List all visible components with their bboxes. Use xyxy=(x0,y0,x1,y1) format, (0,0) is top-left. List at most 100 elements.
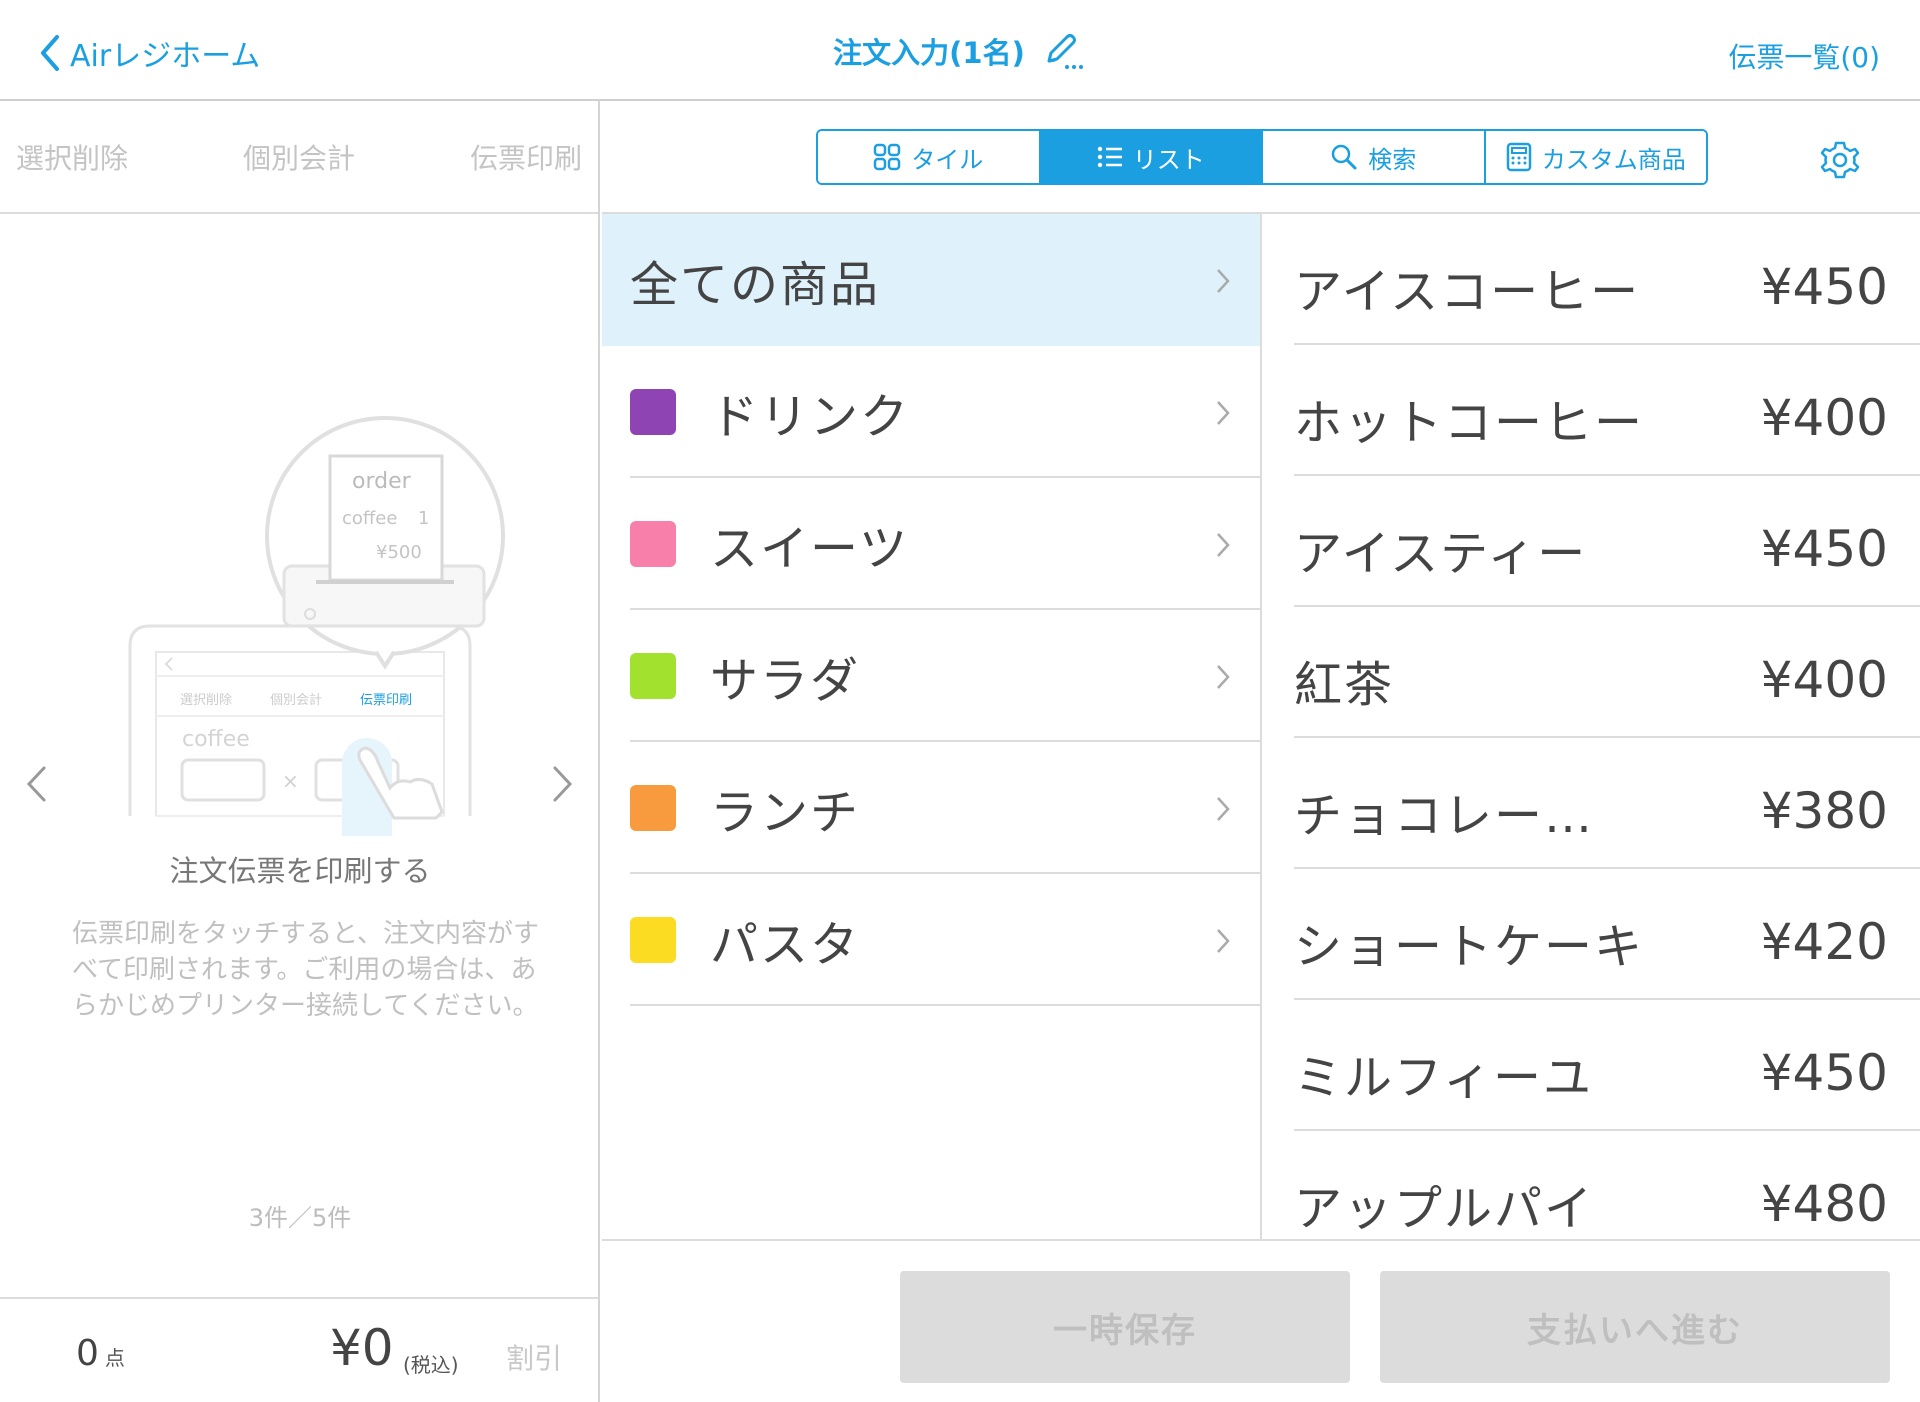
product-item[interactable]: アイスティー ¥450 xyxy=(1294,476,1920,607)
product-name: ショートケーキ xyxy=(1294,919,1645,975)
illus-row1: coffee xyxy=(182,727,250,752)
chevron-right-icon xyxy=(1217,401,1230,425)
category-color-swatch xyxy=(630,917,676,963)
illus-receipt-title: order xyxy=(352,469,412,494)
tab-custom-product[interactable]: カスタム商品 xyxy=(1485,131,1706,183)
product-name: アップルパイ xyxy=(1294,1181,1595,1237)
carousel-next-icon[interactable] xyxy=(551,764,575,804)
item-count-value: 0 xyxy=(76,1333,99,1374)
view-mode-segmented: タイル リスト 検索 カスタム商品 xyxy=(816,129,1708,185)
product-price: ¥450 xyxy=(1760,1044,1888,1102)
category-item[interactable]: ドリンク xyxy=(602,346,1260,478)
order-toolbar: 選択削除 個別会計 伝票印刷 xyxy=(0,101,598,214)
product-price: ¥380 xyxy=(1760,782,1888,840)
product-item[interactable]: ショートケーキ ¥420 xyxy=(1294,869,1920,1000)
category-color-swatch xyxy=(630,389,676,435)
order-total: ¥0 xyxy=(330,1319,394,1377)
split-payment-button[interactable]: 個別会計 xyxy=(243,137,355,177)
search-icon xyxy=(1332,144,1357,170)
illus-times1: × xyxy=(282,769,299,793)
category-item[interactable]: サラダ xyxy=(602,610,1260,742)
illus-receipt-item: coffee xyxy=(342,508,397,529)
product-item[interactable]: ホットコーヒー ¥400 xyxy=(1294,345,1920,476)
category-label: スイーツ xyxy=(710,521,910,577)
slip-list-link[interactable]: 伝票一覧(0) xyxy=(1728,36,1880,76)
product-price: ¥450 xyxy=(1760,258,1888,316)
tutorial-carousel: 選択削除 個別会計 伝票印刷 coffee × order coffee 1 ¥… xyxy=(0,216,600,1232)
illus-receipt-qty: 1 xyxy=(418,508,429,529)
tutorial-page-indicator: 3件／5件 xyxy=(248,1204,352,1232)
chevron-right-icon xyxy=(1217,929,1230,953)
category-item[interactable]: ランチ xyxy=(602,742,1260,874)
product-item[interactable]: チョコレー… ¥380 xyxy=(1294,738,1920,869)
category-item[interactable]: スイーツ xyxy=(602,478,1260,610)
edit-pen-icon[interactable] xyxy=(1041,31,1087,71)
product-price: ¥400 xyxy=(1760,651,1888,709)
tab-list-label: リスト xyxy=(1132,145,1205,174)
order-panel: 選択削除 個別会計 伝票印刷 選択削除 個別会計 伝票印刷 coffee × o… xyxy=(0,101,600,1402)
product-name: 紅茶 xyxy=(1294,657,1395,713)
item-count: 0点 xyxy=(76,1333,125,1374)
view-toolbar: タイル リスト 検索 カスタム商品 xyxy=(602,101,1920,214)
product-name: ホットコーヒー xyxy=(1294,395,1645,451)
category-color-swatch xyxy=(630,653,676,699)
category-label: ドリンク xyxy=(710,389,911,445)
product-name: ミルフィーユ xyxy=(1294,1050,1594,1106)
category-all-label: 全ての商品 xyxy=(630,257,881,313)
grid-icon xyxy=(874,143,901,171)
category-color-swatch xyxy=(630,521,676,567)
tab-search-label: 検索 xyxy=(1368,145,1417,174)
tutorial-description: 伝票印刷をタッチすると、注文内容がすべて印刷されます。ご利用の場合は、あらかじめ… xyxy=(72,919,539,1021)
chevron-right-icon xyxy=(1217,797,1230,821)
tutorial-illustration: 選択削除 個別会計 伝票印刷 coffee × order coffee 1 ¥… xyxy=(128,416,505,836)
product-price: ¥450 xyxy=(1760,520,1888,578)
chevron-right-icon xyxy=(1217,665,1230,689)
category-color-swatch xyxy=(630,785,676,831)
tab-custom-product-label: カスタム商品 xyxy=(1541,145,1686,174)
app-header: Airレジホーム 注文入力(1名) 伝票一覧(0) xyxy=(0,0,1920,101)
print-slip-button[interactable]: 伝票印刷 xyxy=(470,137,582,177)
title-area: 注文入力(1名) xyxy=(0,30,1920,72)
tab-search[interactable]: 検索 xyxy=(1263,131,1486,183)
list-icon xyxy=(1097,146,1122,168)
save-temporarily-button[interactable]: 一時保存 xyxy=(900,1271,1350,1383)
order-summary: 0点 ¥0 (税込) 割引 xyxy=(0,1297,598,1402)
category-label: パスタ xyxy=(710,917,861,973)
category-item[interactable]: パスタ xyxy=(602,874,1260,1006)
product-price: ¥480 xyxy=(1760,1175,1888,1233)
tab-tile[interactable]: タイル xyxy=(818,131,1041,183)
tax-label: (税込) xyxy=(403,1353,459,1377)
category-label: サラダ xyxy=(710,653,861,709)
product-price: ¥420 xyxy=(1760,913,1888,971)
illus-tab2: 個別会計 xyxy=(270,692,322,708)
calculator-icon xyxy=(1506,142,1531,172)
product-name: アイスティー xyxy=(1294,526,1588,582)
category-all[interactable]: 全ての商品 xyxy=(602,214,1260,346)
illus-tab3: 伝票印刷 xyxy=(360,693,412,708)
product-item[interactable]: アイスコーヒー ¥450 xyxy=(1294,214,1920,345)
illus-receipt-price: ¥500 xyxy=(376,542,422,563)
product-price: ¥400 xyxy=(1760,389,1888,447)
category-label: ランチ xyxy=(710,785,861,841)
illus-tab1: 選択削除 xyxy=(180,693,232,708)
tutorial-title: 注文伝票を印刷する xyxy=(169,854,431,888)
tab-list[interactable]: リスト xyxy=(1040,131,1263,183)
product-list: アイスコーヒー ¥450 ホットコーヒー ¥400 アイスティー ¥450 紅茶… xyxy=(1264,214,1920,1239)
carousel-prev-icon[interactable] xyxy=(24,764,48,804)
product-name: アイスコーヒー xyxy=(1294,264,1641,320)
tab-tile-label: タイル xyxy=(911,145,984,174)
gear-icon[interactable] xyxy=(1818,139,1862,183)
product-name: チョコレー… xyxy=(1294,788,1595,844)
discount-button[interactable]: 割引 xyxy=(506,1337,562,1377)
delete-selected-button[interactable]: 選択削除 xyxy=(16,137,128,177)
item-count-unit: 点 xyxy=(104,1346,125,1370)
chevron-right-icon xyxy=(1217,269,1230,293)
product-item[interactable]: 紅茶 ¥400 xyxy=(1294,607,1920,738)
product-item[interactable]: アップルパイ ¥480 xyxy=(1294,1131,1920,1239)
chevron-right-icon xyxy=(1217,533,1230,557)
product-item[interactable]: ミルフィーユ ¥450 xyxy=(1294,1000,1920,1131)
action-bar: 一時保存 支払いへ進む xyxy=(602,1239,1920,1402)
proceed-to-payment-button[interactable]: 支払いへ進む xyxy=(1380,1271,1890,1383)
category-list: 全ての商品 ドリンク スイーツ サラダ ランチ パスタ xyxy=(602,214,1262,1239)
page-title: 注文入力(1名) xyxy=(833,36,1025,70)
